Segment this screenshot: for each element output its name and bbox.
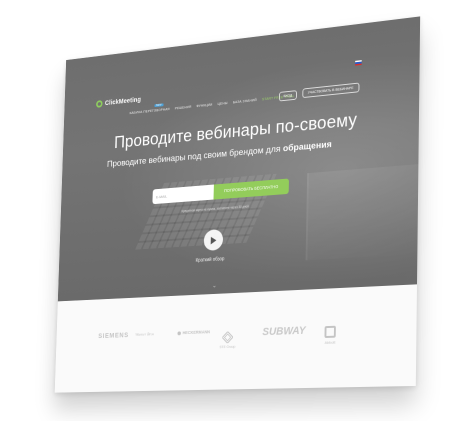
logo-icon [96, 100, 103, 108]
ste-group-logo: STE Group [219, 331, 235, 349]
ste-mark-icon [222, 331, 233, 343]
subway-logo: SUBWAY [262, 324, 306, 339]
warner-bros-logo: Warner Bros [135, 331, 155, 337]
laptop-photo [305, 163, 421, 261]
heckermann-logo: HECKERMANN [177, 329, 211, 336]
abbott-text: Abbott [324, 339, 336, 345]
play-icon [210, 236, 217, 244]
hero-section: ClickMeeting КАБИНА ПЕРЕГОВОРНАЯ NEW РЕШ… [57, 16, 421, 302]
landing-page: ClickMeeting КАБИНА ПЕРЕГОВОРНАЯ NEW РЕШ… [54, 16, 421, 393]
heckermann-text: HECKERMANN [182, 329, 211, 336]
russia-flag-icon[interactable] [355, 60, 362, 66]
screenshot-stage: ClickMeeting КАБИНА ПЕРЕГОВОРНАЯ NEW РЕШ… [0, 0, 453, 421]
heckermann-mark-icon [177, 331, 181, 336]
ste-text: STE Group [219, 344, 236, 350]
siemens-logo: SIEMENS [98, 332, 129, 340]
abbott-logo: Abbott [324, 325, 336, 345]
chevron-down-icon[interactable]: ⌄ [212, 282, 217, 289]
abbott-mark-icon [324, 325, 336, 339]
login-button[interactable]: ВХОД [278, 90, 297, 102]
client-logos: SIEMENS Warner Bros HECKERMANN STE Group… [54, 284, 417, 393]
